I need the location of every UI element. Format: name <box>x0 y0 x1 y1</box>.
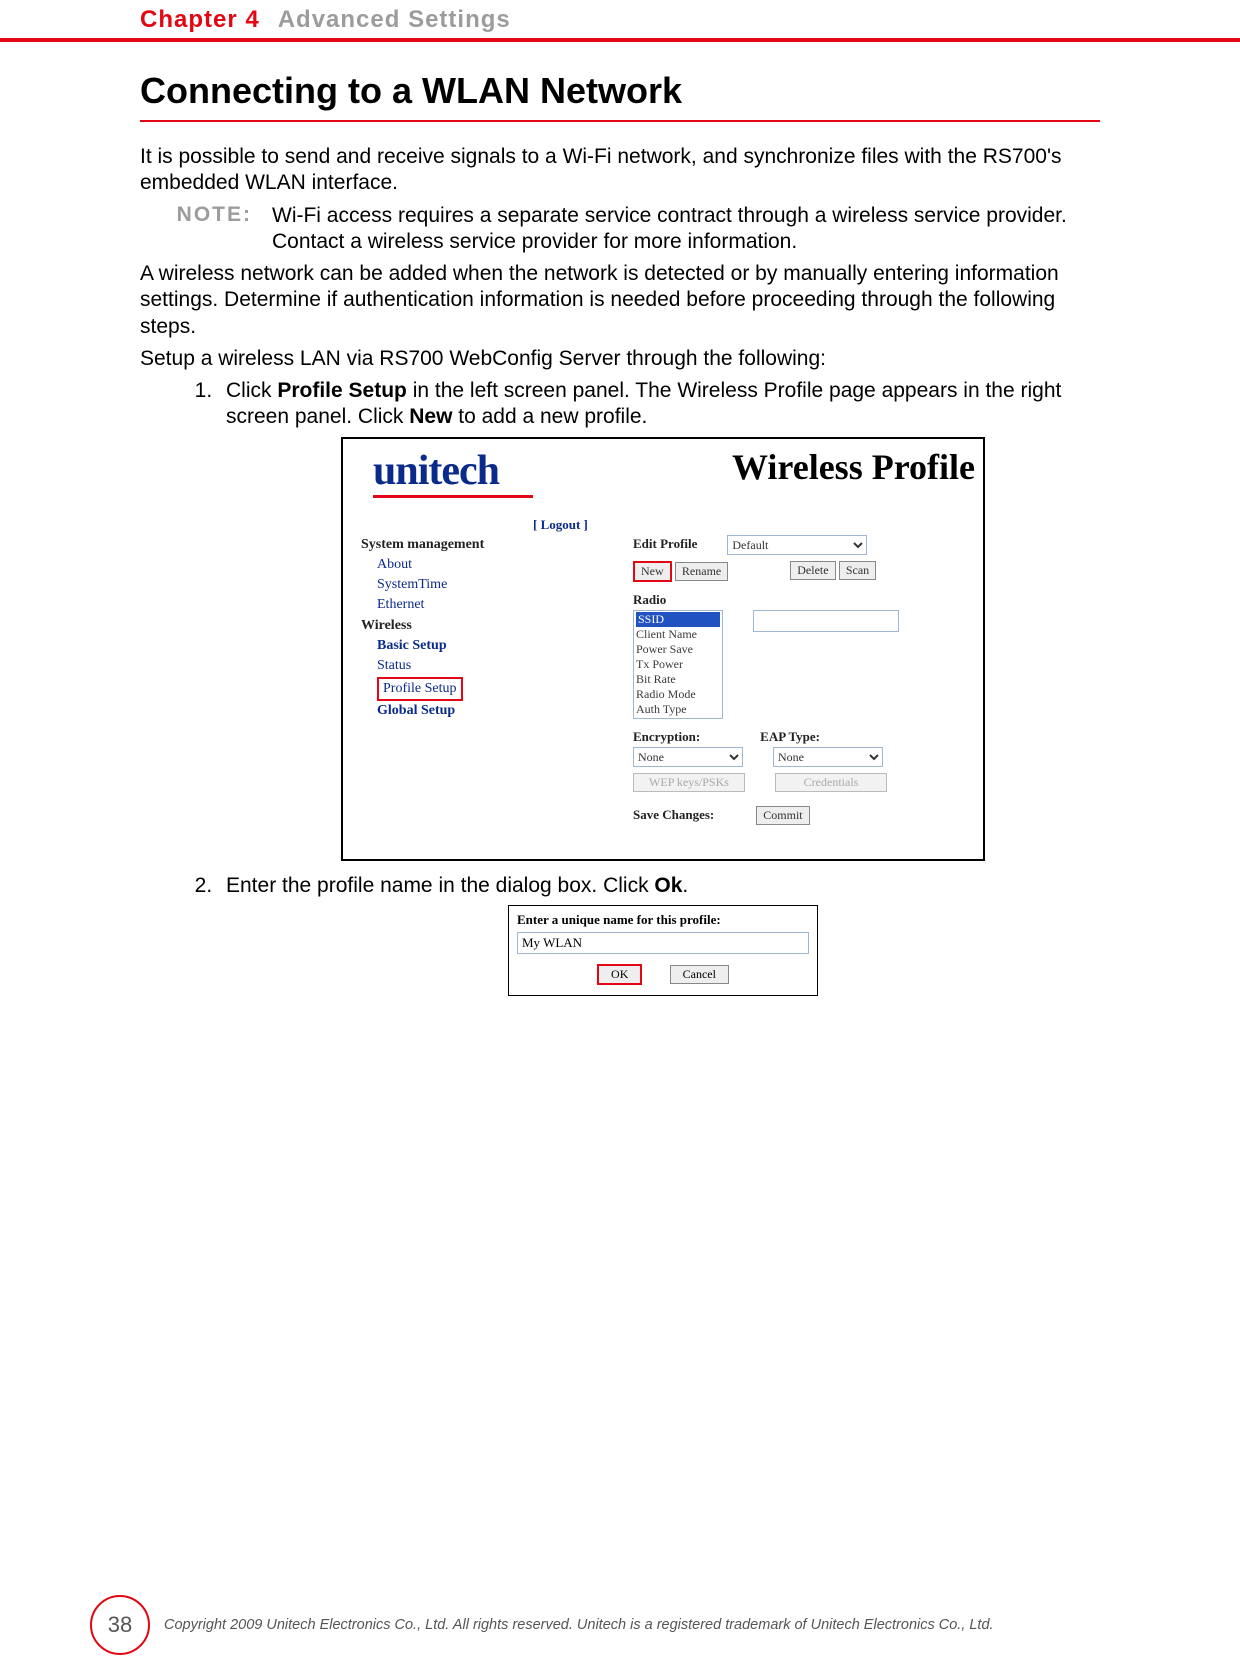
wep-keys-button[interactable]: WEP keys/PSKs <box>633 773 745 792</box>
copyright-text: Copyright 2009 Unitech Electronics Co., … <box>164 1617 1180 1633</box>
ok-button[interactable]: OK <box>597 964 642 985</box>
cancel-button[interactable]: Cancel <box>670 965 729 984</box>
scan-button[interactable]: Scan <box>839 561 876 580</box>
save-changes-label: Save Changes: <box>633 807 714 823</box>
sidebar-item-ethernet[interactable]: Ethernet <box>361 595 484 615</box>
eap-label: EAP Type: <box>760 729 820 745</box>
radio-listbox[interactable]: SSID Client Name Power Save Tx Power Bit… <box>633 610 723 719</box>
sidebar-item-profile-setup[interactable]: Profile Setup <box>377 677 463 701</box>
radio-opt-txpower[interactable]: Tx Power <box>636 657 720 672</box>
steps-list: Click Profile Setup in the left screen p… <box>140 378 1100 996</box>
radio-label: Radio <box>633 592 899 608</box>
sidebar-heading: System management <box>361 535 484 555</box>
dialog-prompt: Enter a unique name for this profile: <box>517 912 809 928</box>
step-1: Click Profile Setup in the left screen p… <box>218 378 1100 861</box>
eap-select[interactable]: None <box>773 747 883 767</box>
note-label: NOTE: <box>140 203 272 256</box>
page-title: Connecting to a WLAN Network <box>140 70 1100 122</box>
profile-panel: Edit Profile Default New Rename Delete S… <box>633 535 899 826</box>
step2-text-c: . <box>682 874 688 897</box>
brand-logo: unitech <box>343 439 533 498</box>
sidebar-item-status[interactable]: Status <box>361 656 484 676</box>
page-footer: 38 Copyright 2009 Unitech Electronics Co… <box>0 1595 1240 1655</box>
note-text: Wi-Fi access requires a separate service… <box>272 203 1100 256</box>
logout-link[interactable]: [ Logout ] <box>533 517 588 533</box>
rename-button[interactable]: Rename <box>675 562 728 581</box>
paragraph-2: A wireless network can be added when the… <box>140 261 1100 340</box>
content-area: Connecting to a WLAN Network It is possi… <box>0 42 1240 996</box>
chapter-label: Chapter 4 <box>140 6 260 34</box>
note-block: NOTE: Wi-Fi access requires a separate s… <box>140 203 1100 256</box>
commit-button[interactable]: Commit <box>756 806 809 825</box>
panel-title: Wireless Profile <box>732 445 975 490</box>
sidebar-item-profile-setup-wrap: Profile Setup <box>361 677 484 701</box>
sidebar-item-global-setup[interactable]: Global Setup <box>361 701 484 721</box>
delete-button[interactable]: Delete <box>790 561 835 580</box>
radio-opt-ssid[interactable]: SSID <box>636 612 720 627</box>
step1-text-a: Click <box>226 379 277 402</box>
new-button[interactable]: New <box>633 561 672 582</box>
step-2: Enter the profile name in the dialog box… <box>218 873 1100 997</box>
sidebar-item-systemtime[interactable]: SystemTime <box>361 575 484 595</box>
encryption-select[interactable]: None <box>633 747 743 767</box>
screenshot-profile-name-dialog: Enter a unique name for this profile: OK… <box>508 905 818 996</box>
step1-text-e: to add a new profile. <box>452 405 647 428</box>
radio-opt-authtype[interactable]: Auth Type <box>636 702 720 717</box>
radio-value-input[interactable] <box>753 610 899 632</box>
edit-profile-label: Edit Profile <box>633 536 697 552</box>
radio-opt-powersave[interactable]: Power Save <box>636 642 720 657</box>
step2-bold-ok: Ok <box>654 874 682 897</box>
paragraph-3: Setup a wireless LAN via RS700 WebConfig… <box>140 346 1100 372</box>
step1-bold-new: New <box>409 405 452 428</box>
profile-select[interactable]: Default <box>727 535 867 555</box>
sidebar-nav: System management About SystemTime Ether… <box>361 535 484 722</box>
chapter-title: Advanced Settings <box>278 6 511 34</box>
sidebar-item-wireless: Wireless <box>361 616 484 636</box>
step1-bold-profile: Profile Setup <box>277 379 407 402</box>
step2-text-a: Enter the profile name in the dialog box… <box>226 874 654 897</box>
page-header: Chapter 4 Advanced Settings <box>0 0 1240 42</box>
sidebar-item-basic-setup[interactable]: Basic Setup <box>361 636 484 656</box>
intro-paragraph: It is possible to send and receive signa… <box>140 144 1100 197</box>
credentials-button[interactable]: Credentials <box>775 773 887 792</box>
radio-opt-bitrate[interactable]: Bit Rate <box>636 672 720 687</box>
radio-opt-clientname[interactable]: Client Name <box>636 627 720 642</box>
page-number: 38 <box>90 1595 150 1655</box>
profile-name-input[interactable] <box>517 932 809 954</box>
encryption-label: Encryption: <box>633 729 700 745</box>
radio-opt-radiomode[interactable]: Radio Mode <box>636 687 720 702</box>
sidebar-item-about[interactable]: About <box>361 555 484 575</box>
screenshot-wireless-profile: unitech Wireless Profile [ Logout ] Syst… <box>341 437 985 861</box>
